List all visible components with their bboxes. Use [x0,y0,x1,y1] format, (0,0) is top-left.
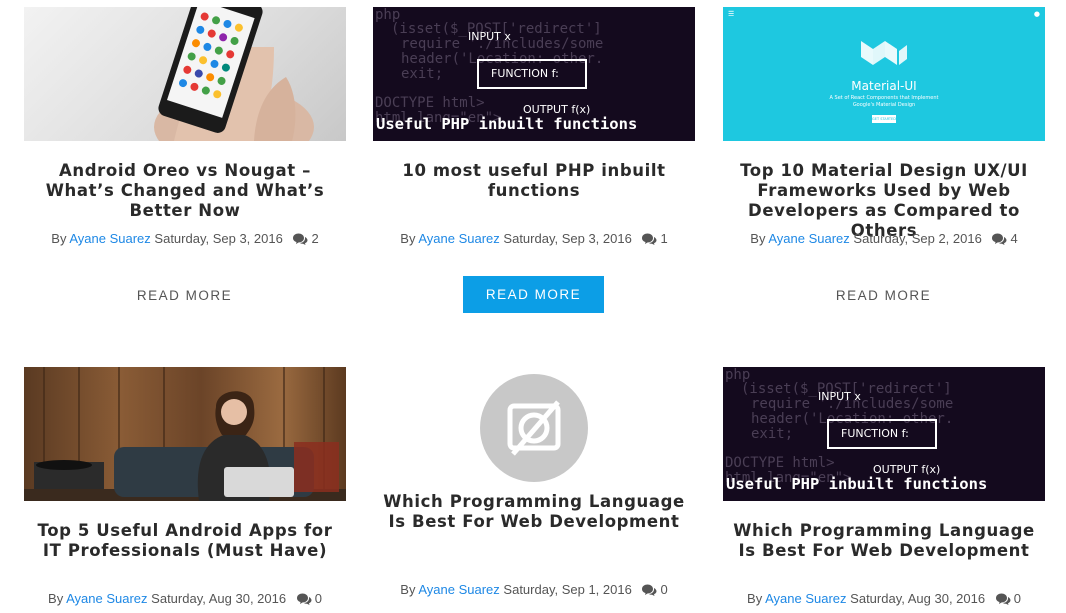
post-thumbnail-php[interactable]: php (isset($_POST['redirect'] require '.… [373,7,695,141]
post-card: php (isset($_POST['redirect'] require '.… [723,367,1045,606]
material-ui-logo-icon [861,41,907,65]
post-meta: By Ayane Suarez Saturday, Aug 30, 2016 0 [24,591,346,606]
post-meta: By Ayane Suarez Saturday, Sep 1, 2016 0 [373,582,695,597]
comments-icon [296,593,312,605]
post-title[interactable]: Android Oreo vs Nougat – What’s Changed … [24,161,346,221]
post-date: Saturday, Sep 2, 2016 [853,231,982,246]
github-icon: ● [1033,10,1040,18]
by-label: By [747,591,763,606]
comments-icon [992,233,1007,245]
post-date: Saturday, Sep 3, 2016 [154,231,283,246]
author-link[interactable]: Ayane Suarez [768,231,849,246]
post-title[interactable]: 10 most useful PHP inbuilt functions [373,161,695,201]
by-label: By [48,591,64,606]
post-card: ☰ ● Material-UI A Set of React Component… [723,7,1045,303]
post-thumbnail-woman-laptop[interactable] [24,367,346,501]
comment-count[interactable]: 0 [296,591,322,606]
post-date: Saturday, Sep 3, 2016 [503,231,632,246]
post-meta: By Ayane Suarez Saturday, Sep 3, 2016 2 [24,231,346,246]
image-caption: Useful PHP inbuilt functions [376,115,638,133]
read-more-button[interactable]: READ MORE [463,276,604,313]
function-label: FUNCTION f: [491,67,559,80]
menu-icon: ☰ [728,10,735,18]
comment-count[interactable]: 0 [641,582,668,597]
image-caption: Useful PHP inbuilt functions [726,475,988,493]
comments-icon [293,233,308,245]
code-line: exit; [751,426,794,442]
material-ui-title: Material-UI [851,79,917,93]
by-label: By [51,231,67,246]
author-link[interactable]: Ayane Suarez [418,582,499,597]
by-label: By [750,231,766,246]
post-date: Saturday, Aug 30, 2016 [850,591,986,606]
by-label: By [400,582,416,597]
comment-count[interactable]: 0 [995,591,1021,606]
post-card: Android Oreo vs Nougat – What’s Changed … [24,7,346,303]
author-link[interactable]: Ayane Suarez [765,591,846,606]
post-meta: By Ayane Suarez Saturday, Sep 3, 2016 1 [373,231,695,246]
input-label: INPUT x [818,390,861,403]
code-line: exit; [401,66,444,82]
post-title[interactable]: Top 5 Useful Android Apps for IT Profess… [24,521,346,561]
code-line: DOCTYPE html> [375,95,485,111]
get-started-button: GET STARTED [872,115,896,123]
post-title[interactable]: Which Programming Language Is Best For W… [723,521,1045,561]
post-card: php (isset($_POST['redirect'] require '.… [373,7,695,313]
post-thumbnail-material-ui[interactable]: ☰ ● Material-UI A Set of React Component… [723,7,1045,141]
read-more-button[interactable]: READ MORE [114,277,255,314]
post-card: Top 5 Useful Android Apps for IT Profess… [24,367,346,606]
input-label: INPUT x [468,30,511,43]
comment-count[interactable]: 2 [292,231,319,246]
post-date: Saturday, Aug 30, 2016 [151,591,287,606]
material-ui-tagline: A Set of React Components that Implement… [829,95,939,108]
comment-count[interactable]: 1 [641,231,668,246]
post-thumbnail-php[interactable]: php (isset($_POST['redirect'] require '.… [723,367,1045,501]
post-title[interactable]: Which Programming Language Is Best For W… [373,492,695,532]
code-line: DOCTYPE html> [725,455,835,471]
by-label: By [400,231,416,246]
comments-icon [995,593,1011,605]
comment-count[interactable]: 4 [991,231,1018,246]
comments-icon [642,584,657,596]
post-date: Saturday, Sep 1, 2016 [503,582,632,597]
post-meta: By Ayane Suarez Saturday, Sep 2, 2016 4 [723,231,1045,246]
post-card: Which Programming Language Is Best For W… [373,367,695,597]
post-meta: By Ayane Suarez Saturday, Aug 30, 2016 0 [723,591,1045,606]
post-thumbnail-phone[interactable] [24,7,346,141]
post-title[interactable]: Top 10 Material Design UX/UI Frameworks … [723,161,1045,241]
author-link[interactable]: Ayane Suarez [418,231,499,246]
author-link[interactable]: Ayane Suarez [69,231,150,246]
author-link[interactable]: Ayane Suarez [66,591,147,606]
read-more-button[interactable]: READ MORE [813,277,954,314]
post-thumbnail-placeholder[interactable] [373,367,695,492]
function-label: FUNCTION f: [841,427,909,440]
comments-icon [642,233,657,245]
placeholder-image-icon [480,374,588,482]
